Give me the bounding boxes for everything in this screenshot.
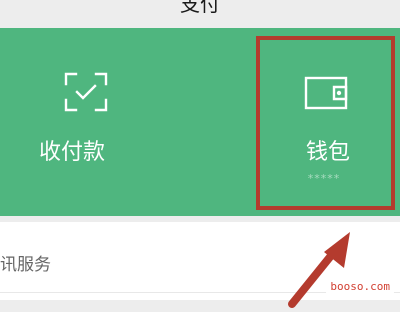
page-title: 支付 bbox=[180, 0, 220, 16]
receive-pay-button[interactable]: 收付款 bbox=[0, 28, 200, 216]
section-title: 腾讯服务 bbox=[0, 250, 68, 275]
arrow-icon bbox=[270, 228, 380, 312]
section-title-text: 腾讯服务 bbox=[0, 255, 51, 275]
watermark: booso.com bbox=[326, 279, 394, 294]
top-bar: 支付 bbox=[0, 0, 400, 28]
scan-icon bbox=[64, 72, 108, 116]
receive-pay-label: 收付款 bbox=[38, 140, 105, 165]
highlight-box bbox=[256, 36, 395, 210]
